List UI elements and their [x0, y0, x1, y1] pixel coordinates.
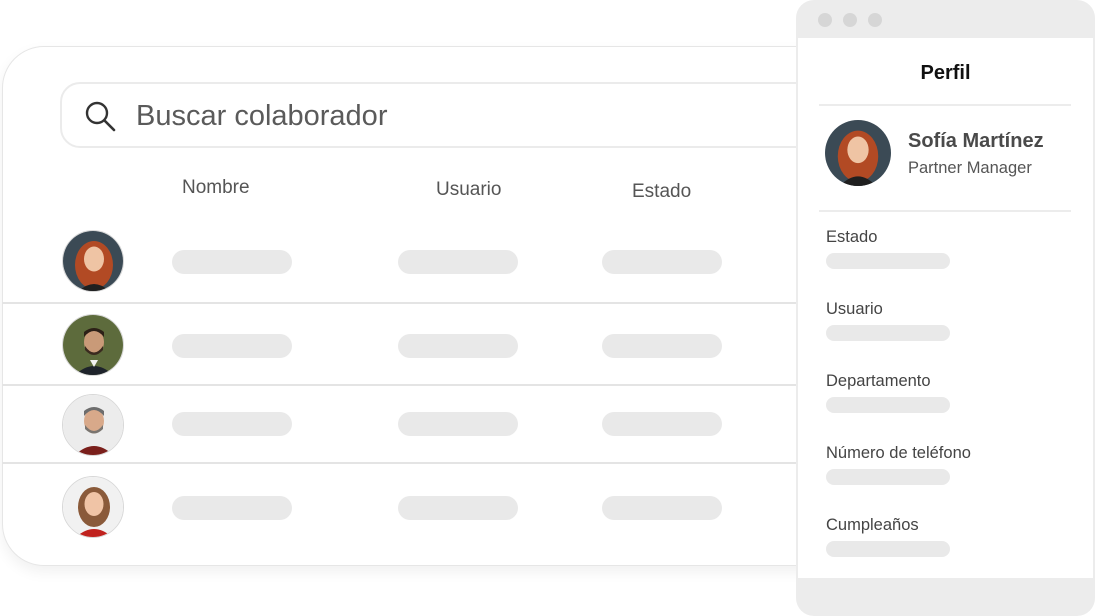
profile-panel: Perfil Sofía Martínez Partner Manager Es…	[798, 38, 1093, 578]
skeleton-name	[172, 496, 292, 520]
avatar[interactable]	[62, 394, 124, 456]
profile-name: Sofía Martínez	[908, 130, 1044, 152]
window-dot-icon[interactable]	[868, 13, 882, 27]
column-header-usuario[interactable]: Usuario	[436, 179, 501, 201]
field-label-departamento: Departamento	[826, 372, 931, 390]
field-value-skeleton	[826, 469, 950, 485]
skeleton-status	[602, 412, 722, 436]
field-label-cumpleanos: Cumpleaños	[826, 516, 919, 534]
search-input[interactable]: Buscar colaborador	[136, 98, 387, 134]
row-divider	[2, 384, 802, 386]
skeleton-user	[398, 412, 518, 436]
window-dot-icon[interactable]	[818, 13, 832, 27]
skeleton-status	[602, 334, 722, 358]
skeleton-user	[398, 250, 518, 274]
field-value-skeleton	[826, 397, 950, 413]
profile-avatar	[825, 120, 891, 186]
skeleton-user	[398, 496, 518, 520]
field-value-skeleton	[826, 253, 950, 269]
search-icon	[84, 100, 118, 134]
divider	[819, 210, 1071, 212]
profile-window: Perfil Sofía Martínez Partner Manager Es…	[796, 0, 1095, 616]
profile-title: Perfil	[920, 62, 971, 84]
column-header-estado[interactable]: Estado	[632, 181, 691, 203]
skeleton-status	[602, 250, 722, 274]
avatar[interactable]	[62, 476, 124, 538]
row-divider	[2, 302, 802, 304]
field-label-usuario: Usuario	[826, 300, 883, 318]
row-divider	[2, 462, 802, 464]
field-label-estado: Estado	[826, 228, 878, 246]
column-header-nombre[interactable]: Nombre	[182, 177, 250, 199]
field-value-skeleton	[826, 325, 950, 341]
skeleton-status	[602, 496, 722, 520]
skeleton-name	[172, 334, 292, 358]
avatar[interactable]	[62, 314, 124, 376]
field-label-telefono: Número de teléfono	[826, 444, 971, 462]
field-value-skeleton	[826, 541, 950, 557]
skeleton-user	[398, 334, 518, 358]
skeleton-name	[172, 250, 292, 274]
profile-role: Partner Manager	[908, 159, 1032, 177]
avatar[interactable]	[62, 230, 124, 292]
skeleton-name	[172, 412, 292, 436]
divider	[819, 104, 1071, 106]
window-dot-icon[interactable]	[843, 13, 857, 27]
